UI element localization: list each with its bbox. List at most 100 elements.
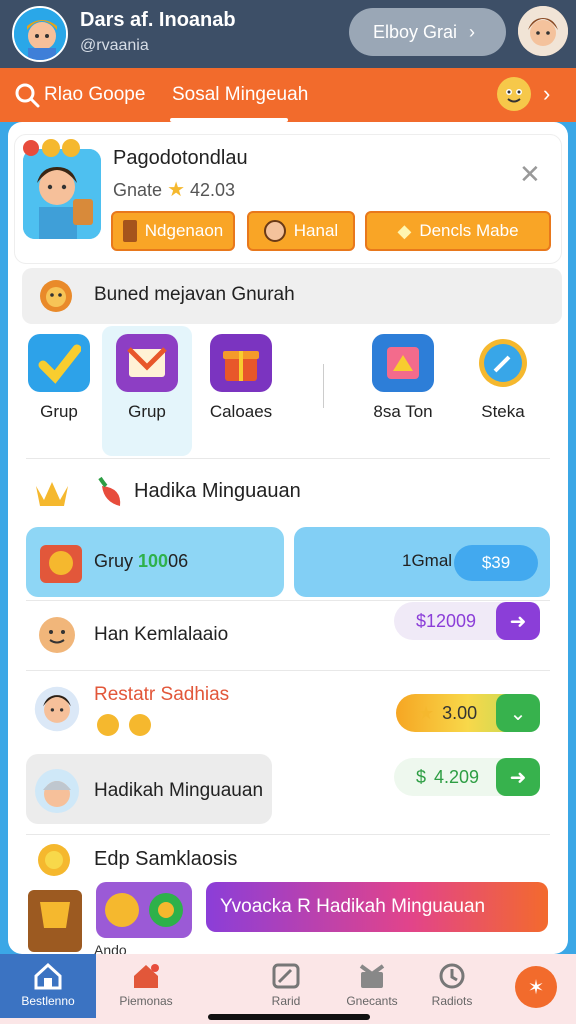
grid-item-3[interactable]: Caloaes — [196, 334, 286, 422]
list-item[interactable]: Restatr Sadhias ★ 3.00 ⌄ — [26, 676, 550, 752]
grid-label-5: Steka — [481, 402, 525, 421]
money-icon: $ — [416, 766, 427, 787]
value-pill[interactable]: ★ 3.00 ⌄ — [396, 694, 540, 732]
pill-button-1[interactable]: Ndgenaon — [111, 211, 235, 251]
grid-label-4: 8sa Ton — [373, 402, 433, 421]
lion-icon — [40, 280, 72, 312]
divider — [26, 834, 550, 835]
pepper-icon — [98, 476, 121, 506]
boy-avatar-icon — [23, 149, 101, 239]
envelope-icon — [116, 334, 178, 392]
value-text: 4.209 — [434, 766, 480, 787]
weekly-card-left-label: Gruy 10006 — [94, 551, 188, 572]
top-header: Dars af. Inoanab @rvaania Elboy Grai › — [0, 0, 576, 68]
badge-check-icon — [28, 334, 90, 392]
header-action-label: Elboy Grai — [373, 21, 458, 42]
coin-pair-icon — [105, 893, 183, 927]
nav-label-home: Bestlenno — [21, 994, 75, 1008]
list-item-label: Restatr Sadhias — [94, 684, 230, 705]
pill-label-1: Ndgenaon — [144, 221, 224, 240]
tab-social-weekly[interactable]: Sosal Mingeuah — [172, 84, 308, 106]
gift-box-icon — [40, 545, 82, 583]
trophy-icon — [28, 890, 82, 952]
grid-label-3: Caloaes — [209, 402, 273, 421]
medal-icons — [97, 714, 151, 736]
username: Dars af. Inoanab — [80, 9, 236, 31]
coin-badges-icon — [23, 139, 80, 157]
list-item[interactable]: Han Kemlalaaio $12009 ➜ — [26, 602, 550, 668]
plus-fab-icon[interactable]: ✶ — [515, 966, 557, 1008]
elder-avatar-icon — [35, 769, 79, 813]
grid-label-1: Grup — [40, 402, 78, 421]
weekly-card-right[interactable]: 1Gmal $39 — [294, 527, 550, 597]
profile-score: Gnate ★ 42.03 — [113, 177, 235, 202]
chevron-right-icon: › — [469, 21, 476, 42]
weekly-rewards-button[interactable]: Yvoacka R Hadikah Minguauan — [206, 882, 548, 932]
divider — [26, 670, 550, 671]
profile-avatar[interactable] — [23, 149, 101, 239]
nav-item-5[interactable]: Radiots — [404, 954, 500, 1018]
gem-icon: ◆ — [397, 220, 412, 241]
divider — [26, 600, 550, 601]
nav-label-3: Rarid — [271, 994, 301, 1008]
main-card: Pagodotondlau Gnate ★ 42.03 ✕ Ndgenaon H… — [8, 122, 568, 954]
profile-panel: Pagodotondlau Gnate ★ 42.03 ✕ Ndgenaon H… — [14, 134, 562, 264]
price-chip[interactable]: $39 — [454, 545, 538, 581]
tab-search[interactable]: Rlao Goope — [44, 84, 145, 106]
nav-label-2: Piemonas — [119, 994, 173, 1008]
value-pill[interactable]: $ 4.209 ➜ — [394, 758, 540, 796]
search-icon[interactable] — [14, 82, 40, 108]
nav-item-3[interactable]: Rarid — [238, 954, 334, 1018]
value-text: 3.00 — [442, 702, 478, 723]
nav-item-2[interactable]: Piemonas — [98, 954, 194, 1018]
sun-badge-icon — [38, 844, 70, 876]
header-action-button[interactable]: Elboy Grai › — [349, 8, 506, 56]
home-indicator — [208, 1014, 370, 1020]
card-left-text: Gruy — [94, 551, 134, 571]
value-pill[interactable]: $12009 ➜ — [394, 602, 540, 640]
weekly-title: Hadika Minguauan — [134, 480, 301, 502]
star-icon: ★ — [418, 702, 435, 723]
grid-item-4[interactable]: 8sa Ton — [358, 334, 448, 422]
mascot-icon[interactable] — [497, 77, 531, 111]
section-header: Buned mejavan Gnurah — [22, 268, 562, 324]
list-item[interactable]: Hadikah Minguauan $ 4.209 ➜ — [26, 758, 550, 824]
list-item-label: Han Kemlalaaio — [94, 624, 229, 645]
close-icon[interactable]: ✕ — [519, 159, 541, 190]
face-avatar-icon — [518, 6, 568, 56]
weekly-card-left[interactable]: Gruy 10006 — [26, 527, 284, 597]
grid-item-2[interactable]: Grup — [102, 334, 192, 422]
game-card-icon — [372, 334, 434, 392]
grid-item-1[interactable]: Grup — [14, 334, 104, 422]
badge-pair[interactable] — [96, 882, 192, 938]
gift-box-icon — [210, 334, 272, 392]
cookie-face-icon — [39, 617, 75, 653]
value-text: $12009 — [416, 610, 477, 631]
notebook-icon — [122, 220, 137, 242]
score-label: Gnate — [113, 180, 163, 200]
pill-label-3: Dencls Mabe — [419, 221, 519, 240]
pill-button-3[interactable]: ◆ Dencls Mabe — [365, 211, 551, 251]
user-avatar[interactable] — [12, 6, 68, 62]
footer-section-title: Edp Samklaosis — [94, 848, 238, 870]
divider — [26, 458, 550, 459]
clock-icon — [439, 963, 465, 989]
grid-divider — [323, 364, 324, 408]
grid-label-2: Grup — [128, 402, 166, 421]
compass-icon — [472, 334, 534, 392]
card-left-highlight: 100 — [138, 551, 169, 571]
chevron-right-icon[interactable]: › — [543, 81, 550, 107]
photo-icon — [272, 963, 300, 989]
crown-icon — [36, 482, 68, 506]
list-item-label: Hadikah Minguauan — [94, 780, 264, 801]
grid-item-5[interactable]: Steka — [458, 334, 548, 422]
mascot-face-icon — [499, 79, 529, 109]
nav-item-home[interactable]: Bestlenno — [0, 954, 96, 1018]
boy-avatar-icon — [14, 8, 66, 60]
pill-button-2[interactable]: Hanal — [247, 211, 355, 251]
weekly-card-right-label: 1Gmal — [402, 551, 453, 570]
friend-avatar[interactable] — [518, 6, 568, 56]
profile-name: Pagodotondlau — [113, 147, 248, 169]
footer-sub: Ando — [94, 942, 127, 954]
boy-avatar-icon — [34, 686, 80, 732]
